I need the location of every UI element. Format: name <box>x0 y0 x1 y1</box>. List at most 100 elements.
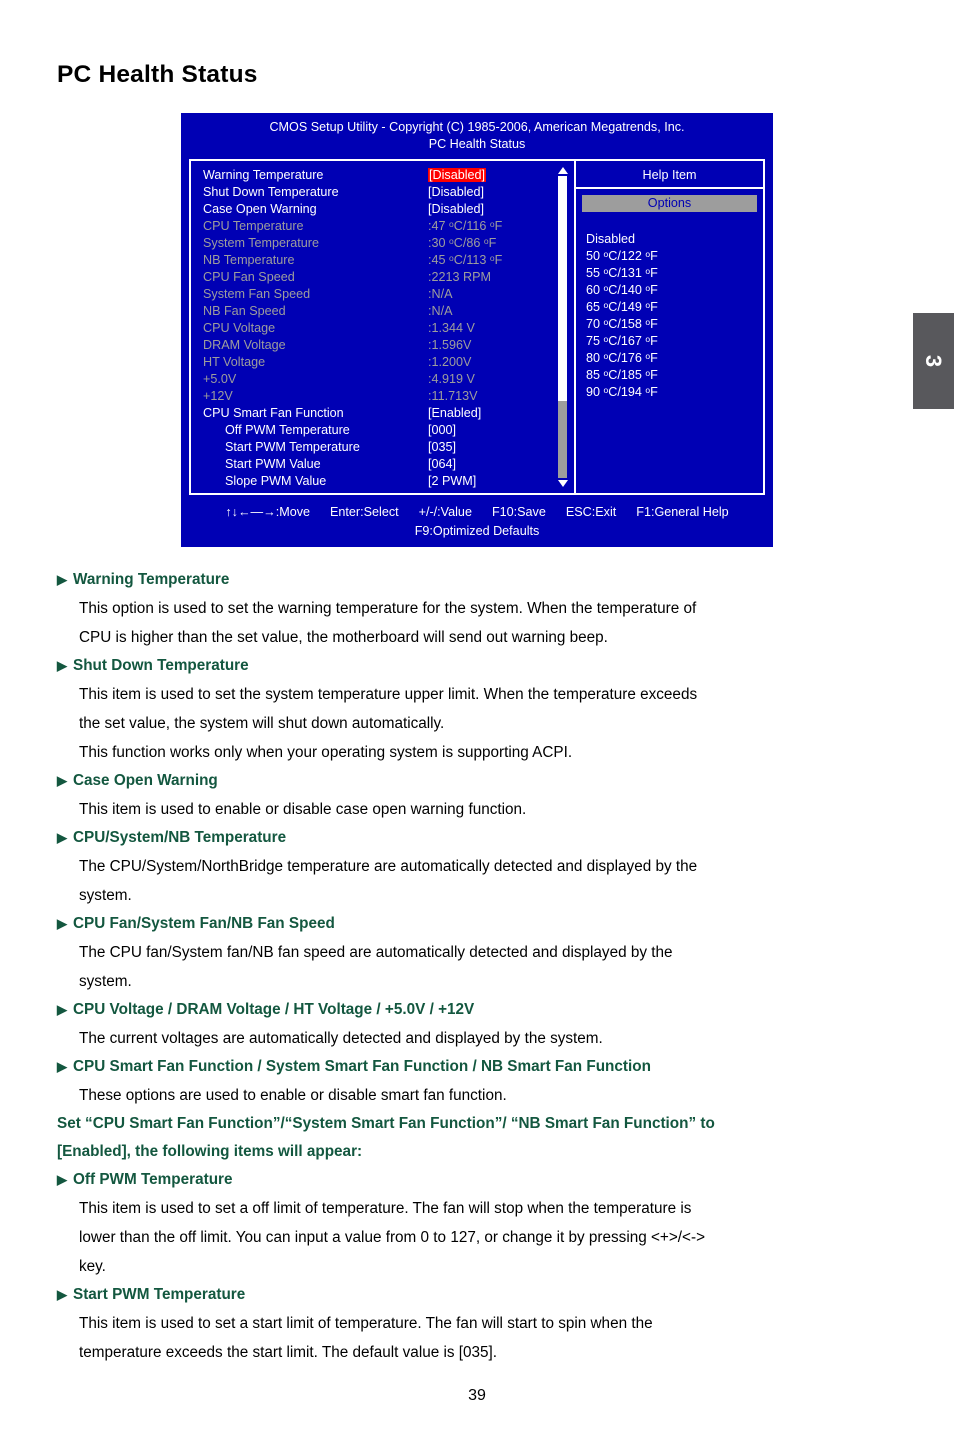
help-option-item: 60 oC/140 oF <box>586 282 658 297</box>
section-heading: ▶ Case Open Warning <box>57 767 897 795</box>
triangle-bullet-icon: ▶ <box>57 830 67 845</box>
bios-setting-row: +12V:11.713V <box>191 388 574 405</box>
section-paragraph-line: The CPU/System/NorthBridge temperature a… <box>79 858 698 875</box>
emphasis-note-line: Set “CPU Smart Fan Function”/“System Sma… <box>57 1115 715 1132</box>
bios-body: Warning Temperature [Disabled] Shut Down T… <box>189 159 765 495</box>
bios-setting-row[interactable]: Case Open Warning [Disabled] <box>191 201 574 218</box>
bios-setting-row: CPU Fan Speed:2213 RPM <box>191 269 574 286</box>
bios-settings-list: Warning Temperature [Disabled] Shut Down T… <box>191 161 576 493</box>
help-option-item: 75 oC/167 oF <box>586 333 658 348</box>
help-option-item: 70 oC/158 oF <box>586 316 658 331</box>
section-paragraph-line: This option is used to set the warning t… <box>79 600 697 617</box>
bios-setting-label: Slope PWM Value <box>225 474 327 488</box>
bios-scrollbar[interactable] <box>557 167 568 487</box>
bios-setting-value[interactable]: [2 PWM] <box>428 473 476 490</box>
bios-setting-value[interactable]: [000] <box>428 422 456 439</box>
bios-setting-label: NB Fan Speed <box>203 304 286 318</box>
help-option-item: 50 oC/122 oF <box>586 248 658 263</box>
section-heading-text: CPU/System/NB Temperature <box>73 829 287 846</box>
section-paragraph-line: system. <box>79 887 132 904</box>
help-option-item: 65 oC/149 oF <box>586 299 658 314</box>
help-option-item: Disabled <box>586 232 636 246</box>
bios-setting-row: NB Temperature :45 oC/113 oF <box>191 252 574 269</box>
bios-setting-value: :N/A <box>428 304 453 318</box>
section-paragraph-line: The current voltages are automatically d… <box>79 1030 603 1047</box>
bios-function-key: F1:General Help <box>636 505 729 519</box>
bios-setting-label: Warning Temperature <box>203 168 324 182</box>
triangle-bullet-icon: ▶ <box>57 916 67 931</box>
bios-setting-row[interactable]: Start PWM Value [064] <box>191 456 574 473</box>
scrollbar-thumb[interactable] <box>558 401 567 478</box>
bios-setting-value: :1.200V <box>428 355 472 369</box>
section-heading-text: Case Open Warning <box>73 772 218 789</box>
section-heading-text: CPU Smart Fan Function / System Smart Fa… <box>73 1058 651 1075</box>
section-heading-text: Off PWM Temperature <box>73 1171 233 1188</box>
triangle-bullet-icon: ▶ <box>57 1287 67 1302</box>
bios-setting-value: :45 oC/113 oF <box>428 252 503 267</box>
bios-setting-row[interactable]: Shut Down Temperature [Disabled] <box>191 184 574 201</box>
section-heading: ▶ Shut Down Temperature <box>57 652 897 680</box>
scroll-down-arrow-icon[interactable] <box>557 480 568 487</box>
section-heading-text: CPU Fan/System Fan/NB Fan Speed <box>73 915 335 932</box>
bios-setting-value[interactable]: [Disabled] <box>428 201 484 218</box>
triangle-bullet-icon: ▶ <box>57 1059 67 1074</box>
bios-setting-row: NB Fan Speed :N/A <box>191 303 574 320</box>
bios-setting-value: :2213 RPM <box>428 270 491 284</box>
bios-setting-label: +5.0V <box>203 372 237 386</box>
bios-setting-value: :1.596V <box>428 338 472 352</box>
bios-function-key: F10:Save <box>491 505 546 519</box>
section-paragraph-line: the set value, the system will shut down… <box>79 715 445 732</box>
help-option-item: 80 oC/176 oF <box>586 350 658 365</box>
bios-setting-row: DRAM Voltage:1.596V <box>191 337 574 354</box>
chapter-tab-marker: 3 <box>913 313 954 409</box>
bios-setting-value[interactable]: [064] <box>428 456 456 473</box>
selected-value-highlight[interactable]: [Disabled] <box>428 168 487 182</box>
bios-setting-label: HT Voltage <box>203 355 266 369</box>
bios-setting-value[interactable]: [Disabled] <box>428 167 487 184</box>
bios-setting-value[interactable]: [Disabled] <box>428 184 484 201</box>
bios-setting-label: CPU Voltage <box>203 321 276 335</box>
bios-setting-label: System Temperature <box>203 236 319 250</box>
section-paragraph-line: This item is used to set a off limit of … <box>79 1200 692 1217</box>
bios-setting-row: CPU Temperature :47 oC/116 oF <box>191 218 574 235</box>
section-paragraph-line: CPU is higher than the set value, the mo… <box>79 629 608 646</box>
bios-title-bar: CMOS Setup Utility - Copyright (C) 1985-… <box>181 113 773 152</box>
bios-setting-row[interactable]: Off PWM Temperature [000] <box>191 422 574 439</box>
section-heading: ▶ CPU Smart Fan Function / System Smart F… <box>57 1053 897 1081</box>
help-panel-header: Help Item <box>576 161 763 189</box>
bios-setting-row: System Temperature :30 oC/86 oF <box>191 235 574 252</box>
scroll-up-arrow-icon[interactable] <box>557 167 568 174</box>
bios-setting-row[interactable]: Start PWM Temperature [035] <box>191 439 574 456</box>
bios-setting-label: NB Temperature <box>203 253 295 267</box>
bios-function-key: ESC:Exit <box>565 505 617 519</box>
section-heading: ▶ Off PWM Temperature <box>57 1166 897 1194</box>
section-heading: ▶ CPU Fan/System Fan/NB Fan Speed <box>57 910 897 938</box>
section-paragraph-line: This item is used to enable or disable c… <box>79 801 527 818</box>
bios-setting-value[interactable]: [Enabled] <box>428 405 481 422</box>
bios-setting-label: CPU Temperature <box>203 219 304 233</box>
bios-setup-screen: CMOS Setup Utility - Copyright (C) 1985-… <box>181 113 773 547</box>
section-heading: ▶ CPU Voltage / DRAM Voltage / HT Voltage… <box>57 996 897 1024</box>
section-heading-text: Shut Down Temperature <box>73 657 249 674</box>
bios-setting-value: :47 oC/116 oF <box>428 218 503 233</box>
triangle-bullet-icon: ▶ <box>57 1002 67 1017</box>
emphasis-note-line: [Enabled], the following items will appe… <box>57 1143 363 1160</box>
bios-setting-label: System Fan Speed <box>203 287 311 301</box>
bios-setting-row[interactable]: CPU Smart Fan Function [Enabled] <box>191 405 574 422</box>
bios-title-line2: PC Health Status <box>428 136 526 151</box>
bios-setting-label: Off PWM Temperature <box>225 423 350 437</box>
section-paragraph-line: These options are used to enable or disa… <box>79 1087 507 1104</box>
bios-setting-row: +5.0V:4.919 V <box>191 371 574 388</box>
help-option-item: 55 oC/131 oF <box>586 265 658 280</box>
section-paragraph-line: This item is used to set the system temp… <box>79 686 698 703</box>
bios-setting-row[interactable]: Slope PWM Value [2 PWM] <box>191 473 574 490</box>
bios-setting-value: :11.713V <box>428 389 478 403</box>
bios-setting-value[interactable]: [035] <box>428 439 456 456</box>
help-option-item: 90 oC/194 oF <box>586 384 658 399</box>
bios-setting-row[interactable]: Warning Temperature [Disabled] <box>191 167 574 184</box>
bios-setting-value: :30 oC/86 oF <box>428 235 497 250</box>
bios-setting-row: CPU Voltage:1.344 V <box>191 320 574 337</box>
bios-title-line1: CMOS Setup Utility - Copyright (C) 1985-… <box>269 120 685 134</box>
scrollbar-track[interactable] <box>558 176 567 478</box>
section-heading-text: CPU Voltage / DRAM Voltage / HT Voltage … <box>73 1001 475 1018</box>
